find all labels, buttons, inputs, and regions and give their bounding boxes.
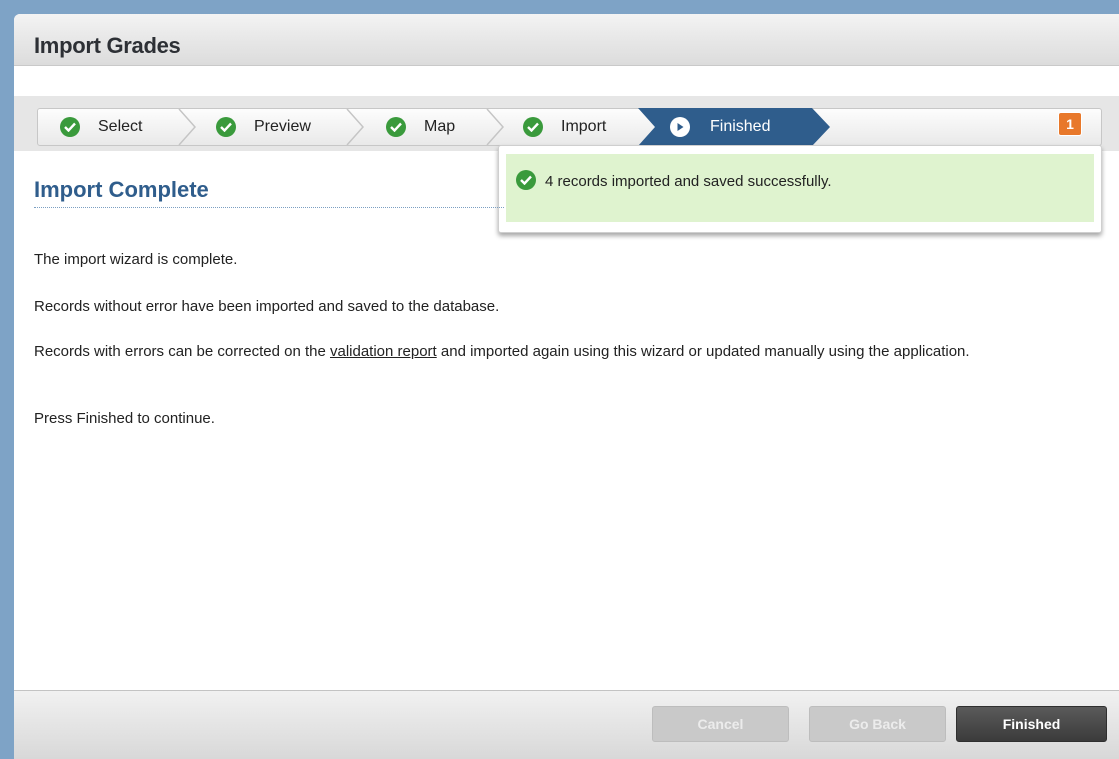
paragraph-errors: Records with errors can be corrected on …	[34, 342, 1084, 361]
step-import[interactable]: Import	[523, 109, 606, 145]
notification-badge[interactable]: 1	[1059, 113, 1081, 135]
step-label: Finished	[710, 118, 771, 135]
dialog-footer: Cancel Go Back Finished	[14, 690, 1119, 759]
page-heading: Import Complete	[34, 177, 504, 208]
step-label: Preview	[254, 118, 311, 135]
paragraph-continue: Press Finished to continue.	[34, 410, 215, 427]
check-circle-icon	[386, 117, 406, 137]
paragraph-saved: Records without error have been imported…	[34, 298, 500, 315]
cancel-button[interactable]: Cancel	[652, 706, 789, 742]
step-separator	[486, 109, 504, 145]
step-label: Select	[98, 118, 143, 135]
paragraph-complete: The import wizard is complete.	[34, 251, 238, 268]
step-preview[interactable]: Preview	[216, 109, 311, 145]
main-content: Import Complete The import wizard is com…	[34, 177, 1094, 427]
paragraph-errors-text-before: Records with errors can be corrected on …	[34, 343, 330, 360]
play-circle-icon	[670, 117, 690, 137]
finished-button[interactable]: Finished	[956, 706, 1107, 742]
title-bar: Import Grades	[14, 14, 1119, 66]
paragraph-errors-text-after: and imported again using this wizard or …	[436, 343, 970, 360]
import-dialog: Import Grades Select Preview Map Import …	[14, 14, 1119, 759]
dialog-title: Import Grades	[34, 33, 181, 58]
check-circle-icon	[216, 117, 236, 137]
step-map[interactable]: Map	[386, 109, 455, 145]
step-finished[interactable]: Finished	[638, 108, 830, 146]
step-separator	[346, 109, 364, 145]
check-circle-icon	[60, 117, 80, 137]
step-select[interactable]: Select	[60, 109, 142, 145]
step-separator	[178, 109, 196, 145]
check-circle-icon	[523, 117, 543, 137]
wizard-stepper: Select Preview Map Import Finished	[37, 108, 1102, 146]
step-label: Map	[424, 118, 456, 135]
validation-report-link[interactable]: validation report	[330, 343, 437, 360]
go-back-button[interactable]: Go Back	[809, 706, 946, 742]
step-label: Import	[561, 118, 607, 135]
